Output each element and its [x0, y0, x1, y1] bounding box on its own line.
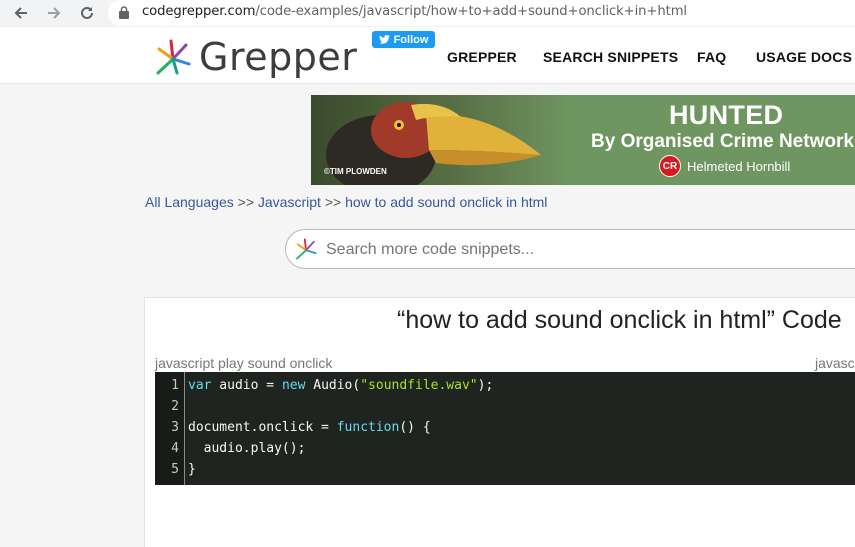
breadcrumb-javascript[interactable]: Javascript — [258, 194, 321, 210]
line-number: 2 — [171, 399, 179, 414]
forward-button[interactable] — [42, 2, 66, 24]
lock-icon — [119, 6, 129, 19]
photo-credit: ©TIM PLOWDEN — [324, 167, 387, 176]
nav-usage-docs[interactable]: USAGE DOCS — [756, 49, 852, 65]
line-number: 5 — [171, 462, 179, 477]
address-bar[interactable]: codegrepper.com/code-examples/javascript… — [108, 0, 855, 26]
code-token: Audio( — [305, 378, 361, 393]
code-token: document.onclick = — [188, 420, 337, 435]
ad-subheadline: By Organised Crime Network — [591, 131, 854, 152]
code-line: } — [188, 462, 196, 477]
line-number: 3 — [171, 420, 179, 435]
breadcrumb: All Languages >> Javascript >> how to ad… — [145, 194, 547, 210]
code-string: "soundfile.wav" — [360, 378, 478, 393]
twitter-follow-button[interactable]: Follow — [372, 31, 435, 48]
code-line: audio.play(); — [188, 441, 306, 456]
reload-button[interactable] — [75, 2, 99, 24]
code-token: audio.play(); — [188, 441, 306, 456]
breadcrumb-all-languages[interactable]: All Languages — [145, 194, 234, 210]
page-title: “how to add sound onclick in html” Code — [397, 306, 842, 334]
snippet-language: javasc — [815, 355, 855, 371]
line-number-gutter: 1 2 3 4 5 — [155, 372, 185, 485]
code-keyword: var — [188, 378, 212, 393]
follow-label: Follow — [393, 33, 429, 46]
line-number: 1 — [171, 378, 179, 393]
back-button[interactable] — [9, 2, 33, 24]
site-header: Grepper Follow GREPPER SEARCH SNIPPETS F… — [0, 27, 855, 84]
arrow-right-icon — [48, 7, 61, 19]
ad-species: Helmeted Hornbill — [687, 159, 791, 174]
grepper-logo-icon[interactable] — [153, 37, 193, 77]
search-bar[interactable] — [285, 229, 855, 269]
site-logo-text[interactable]: Grepper — [199, 35, 357, 79]
arrow-left-icon — [14, 7, 27, 19]
code-line: var audio = new Audio("soundfile.wav"); — [188, 378, 493, 393]
code-token: } — [188, 462, 196, 477]
ad-headline: HUNTED — [669, 100, 784, 130]
breadcrumb-separator: >> — [237, 194, 254, 210]
nav-search-snippets[interactable]: SEARCH SNIPPETS — [543, 49, 678, 65]
breadcrumb-separator: >> — [324, 194, 342, 210]
code-keyword: function — [336, 420, 400, 435]
code-token: ); — [477, 378, 494, 393]
line-number: 4 — [171, 441, 179, 456]
url-text: codegrepper.com/code-examples/javascript… — [142, 4, 687, 19]
cr-badge: CR — [659, 155, 681, 177]
nav-faq[interactable]: FAQ — [697, 49, 726, 65]
search-input[interactable] — [326, 239, 826, 261]
grepper-search-icon — [296, 238, 317, 260]
twitter-bird-icon — [378, 35, 390, 44]
browser-toolbar: codegrepper.com/code-examples/javascript… — [0, 0, 855, 27]
code-token: audio = — [211, 378, 282, 393]
snippet-title: javascript play sound onclick — [155, 355, 333, 371]
reload-icon — [81, 6, 93, 19]
breadcrumb-current[interactable]: how to add sound onclick in html — [345, 194, 547, 210]
ad-banner[interactable]: ©TIM PLOWDEN HUNTED By Organised Crime N… — [311, 95, 855, 185]
code-line: document.onclick = function() { — [188, 420, 431, 435]
code-token: () { — [399, 420, 431, 435]
code-block[interactable]: 1 2 3 4 5 var audio = new Audio("soundfi… — [155, 372, 855, 485]
code-keyword: new — [281, 378, 306, 393]
nav-grepper[interactable]: GREPPER — [447, 49, 517, 65]
